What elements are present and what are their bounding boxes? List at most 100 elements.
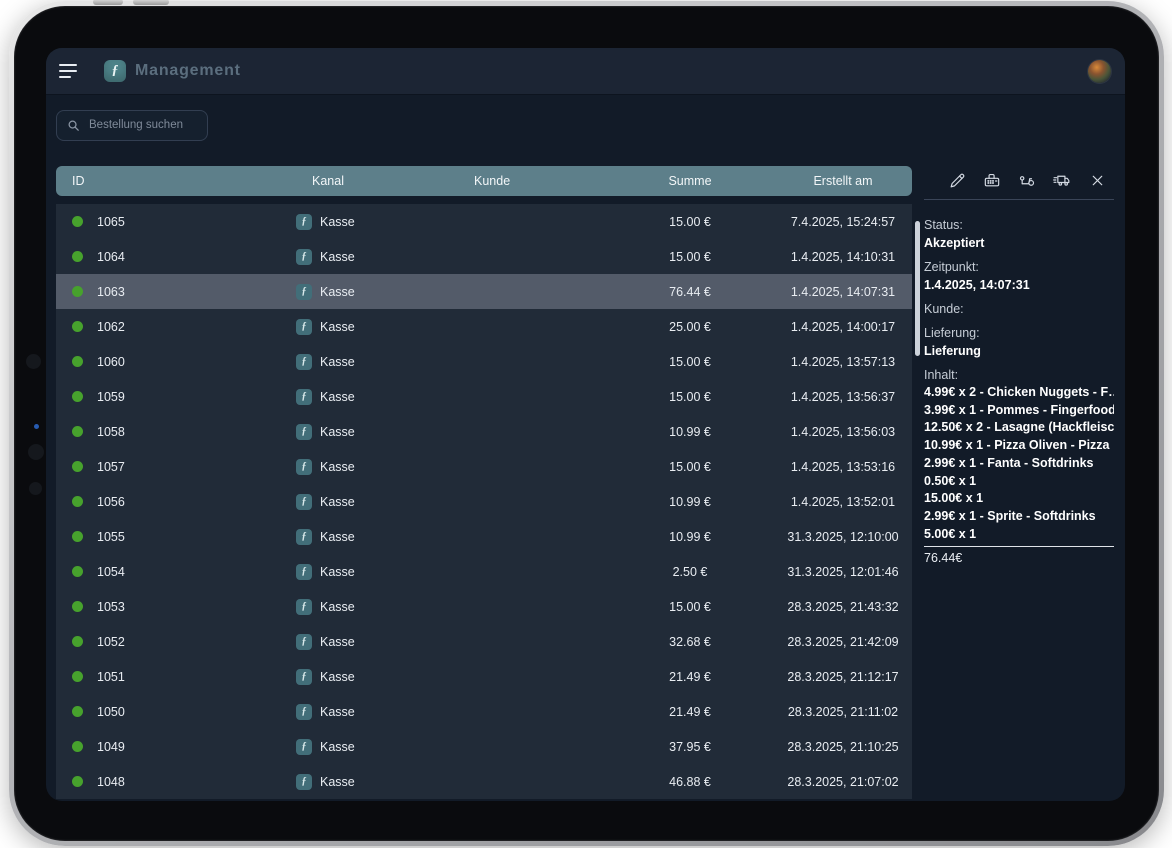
order-status-dot [72, 216, 83, 227]
table-row[interactable]: 1051 ƒ Kasse 21.49 € 28.3.2025, 21:12:17 [56, 659, 912, 694]
table-row[interactable]: 1054 ƒ Kasse 2.50 € 31.3.2025, 12:01:46 [56, 554, 912, 589]
detail-field-value: 1.4.2025, 14:07:31 [924, 276, 1114, 294]
order-status-dot [72, 286, 83, 297]
table-row[interactable]: 1060 ƒ Kasse 15.00 € 1.4.2025, 13:57:13 [56, 344, 912, 379]
search-input[interactable] [89, 119, 198, 131]
row-summe: 10.99 € [606, 425, 774, 439]
row-id: 1059 [97, 390, 125, 404]
table-row[interactable]: 1064 ƒ Kasse 15.00 € 1.4.2025, 14:10:31 [56, 239, 912, 274]
order-contents: Inhalt: 4.99€ x 2 - Chicken Nuggets - F…… [924, 366, 1114, 567]
row-id: 1049 [97, 740, 125, 754]
row-erstellt: 28.3.2025, 21:43:32 [774, 600, 912, 614]
kanal-badge-icon: ƒ [296, 704, 312, 720]
row-kanal-label: Kasse [320, 740, 355, 754]
table-row[interactable]: 1050 ƒ Kasse 21.49 € 28.3.2025, 21:11:02 [56, 694, 912, 729]
sensor-lens-small [29, 482, 42, 495]
app-title: Management [135, 62, 241, 80]
order-status-dot [72, 706, 83, 717]
inhalt-item: 12.50€ x 2 - Lasagne (Hackfleisc… [924, 419, 1114, 437]
row-erstellt: 7.4.2025, 15:24:57 [774, 215, 912, 229]
user-avatar[interactable] [1088, 60, 1111, 83]
row-summe: 21.49 € [606, 705, 774, 719]
table-row[interactable]: 1063 ƒ Kasse 76.44 € 1.4.2025, 14:07:31 [56, 274, 912, 309]
row-summe: 15.00 € [606, 600, 774, 614]
kanal-badge-icon: ƒ [296, 599, 312, 615]
row-id: 1064 [97, 250, 125, 264]
row-kanal-label: Kasse [320, 600, 355, 614]
camera-indicator-dot [34, 424, 39, 429]
order-status-dot [72, 601, 83, 612]
table-row[interactable]: 1055 ƒ Kasse 10.99 € 31.3.2025, 12:10:00 [56, 519, 912, 554]
close-icon[interactable] [1086, 169, 1108, 191]
row-kanal-label: Kasse [320, 460, 355, 474]
table-row[interactable]: 1049 ƒ Kasse 37.95 € 28.3.2025, 21:10:25 [56, 729, 912, 764]
row-id: 1055 [97, 530, 125, 544]
order-status-dot [72, 356, 83, 367]
row-summe: 10.99 € [606, 495, 774, 509]
row-kanal-label: Kasse [320, 320, 355, 334]
row-kanal-label: Kasse [320, 495, 355, 509]
column-header-id[interactable]: ID [56, 174, 296, 188]
inhalt-item: 2.99€ x 1 - Fanta - Softdrinks [924, 455, 1114, 473]
search-icon [66, 118, 81, 133]
kanal-badge-icon: ƒ [296, 529, 312, 545]
inhalt-item: 15.00€ x 1 [924, 490, 1114, 508]
row-erstellt: 28.3.2025, 21:42:09 [774, 635, 912, 649]
table-row[interactable]: 1056 ƒ Kasse 10.99 € 1.4.2025, 13:52:01 [56, 484, 912, 519]
detail-field: Kunde: [924, 300, 1114, 318]
table-row[interactable]: 1059 ƒ Kasse 15.00 € 1.4.2025, 13:56:37 [56, 379, 912, 414]
row-summe: 46.88 € [606, 775, 774, 789]
row-erstellt: 1.4.2025, 14:07:31 [774, 285, 912, 299]
table-row[interactable]: 1062 ƒ Kasse 25.00 € 1.4.2025, 14:00:17 [56, 309, 912, 344]
row-summe: 37.95 € [606, 740, 774, 754]
table-row[interactable]: 1065 ƒ Kasse 15.00 € 7.4.2025, 15:24:57 [56, 204, 912, 239]
table-row[interactable]: 1052 ƒ Kasse 32.68 € 28.3.2025, 21:42:09 [56, 624, 912, 659]
row-kanal-label: Kasse [320, 530, 355, 544]
row-kanal-label: Kasse [320, 250, 355, 264]
sensor-lens [28, 444, 44, 460]
table-row[interactable]: 1048 ƒ Kasse 46.88 € 28.3.2025, 21:07:02 [56, 764, 912, 799]
detail-field-label: Kunde: [924, 300, 1114, 318]
row-id: 1048 [97, 775, 125, 789]
row-summe: 15.00 € [606, 250, 774, 264]
column-header-kunde[interactable]: Kunde [458, 174, 606, 188]
table-scrollbar[interactable] [915, 221, 920, 356]
column-header-erstellt[interactable]: Erstellt am [774, 174, 912, 188]
inhalt-item: 0.50€ x 1 [924, 473, 1114, 491]
table-row[interactable]: 1058 ƒ Kasse 10.99 € 1.4.2025, 13:56:03 [56, 414, 912, 449]
detail-field-label: Status: [924, 216, 1114, 234]
row-erstellt: 1.4.2025, 14:10:31 [774, 250, 912, 264]
row-erstellt: 1.4.2025, 13:53:16 [774, 460, 912, 474]
table-row[interactable]: 1057 ƒ Kasse 15.00 € 1.4.2025, 13:53:16 [56, 449, 912, 484]
app-logo-icon: ƒ [104, 60, 126, 82]
table-row[interactable]: 1053 ƒ Kasse 15.00 € 28.3.2025, 21:43:32 [56, 589, 912, 624]
hamburger-menu-icon[interactable] [59, 60, 85, 82]
detail-field-label: Zeitpunkt: [924, 258, 1114, 276]
kanal-badge-icon: ƒ [296, 389, 312, 405]
row-id: 1050 [97, 705, 125, 719]
row-id: 1063 [97, 285, 125, 299]
detail-fields: Status: Akzeptiert Zeitpunkt: 1.4.2025, … [924, 216, 1114, 360]
scooter-icon[interactable] [1016, 169, 1038, 191]
detail-field-label: Lieferung: [924, 324, 1114, 342]
detail-field: Zeitpunkt: 1.4.2025, 14:07:31 [924, 258, 1114, 294]
row-kanal-label: Kasse [320, 215, 355, 229]
row-id: 1051 [97, 670, 125, 684]
row-id: 1060 [97, 355, 125, 369]
order-status-dot [72, 566, 83, 577]
column-header-kanal[interactable]: Kanal [296, 174, 458, 188]
edit-icon[interactable] [946, 169, 968, 191]
kanal-badge-icon: ƒ [296, 319, 312, 335]
kanal-badge-icon: ƒ [296, 249, 312, 265]
column-header-summe[interactable]: Summe [606, 174, 774, 188]
cash-register-icon[interactable] [981, 169, 1003, 191]
search-strip [46, 95, 1125, 155]
row-summe: 2.50 € [606, 565, 774, 579]
row-erstellt: 1.4.2025, 13:56:37 [774, 390, 912, 404]
row-erstellt: 1.4.2025, 13:52:01 [774, 495, 912, 509]
row-erstellt: 28.3.2025, 21:07:02 [774, 775, 912, 789]
kanal-badge-icon: ƒ [296, 459, 312, 475]
delivery-truck-icon[interactable] [1051, 169, 1073, 191]
row-summe: 21.49 € [606, 670, 774, 684]
search-box[interactable] [56, 110, 208, 141]
